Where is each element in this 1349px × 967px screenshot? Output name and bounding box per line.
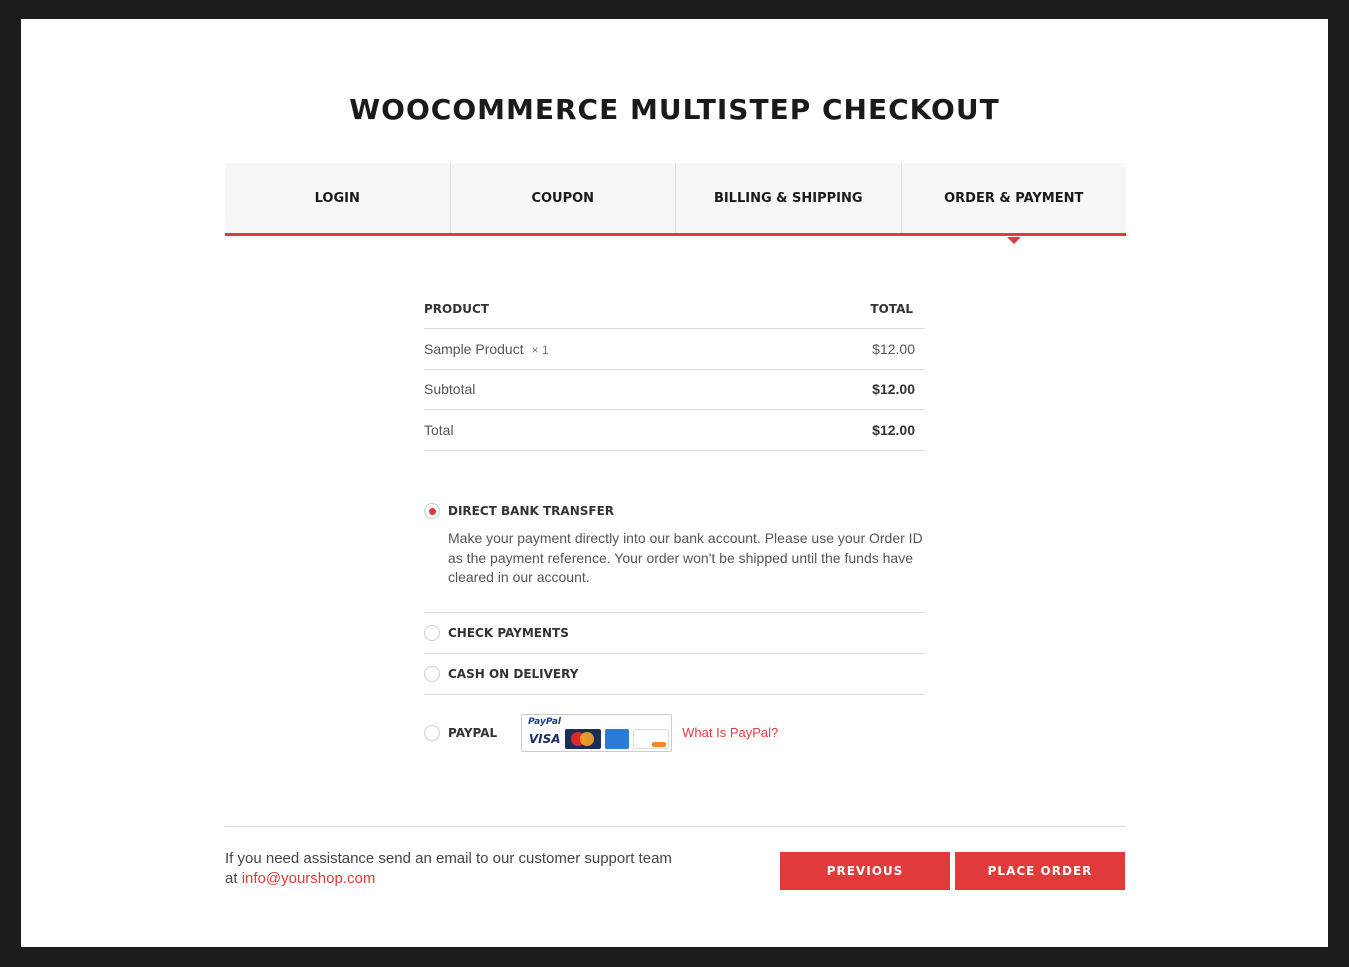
cash-on-delivery-label[interactable]: CASH ON DELIVERY	[448, 667, 578, 681]
amex-card-icon	[605, 728, 630, 749]
checkout-frame: WOOCOMMERCE MULTISTEP CHECKOUT LOGIN COU…	[21, 19, 1328, 947]
what-is-paypal-link[interactable]: What Is PayPal?	[682, 725, 778, 740]
step-login[interactable]: LOGIN	[225, 163, 450, 233]
product-total: $12.00	[872, 340, 915, 357]
product-quantity: × 1	[531, 342, 549, 357]
product-column-header: PRODUCT	[424, 301, 489, 316]
cash-on-delivery-option[interactable]: CASH ON DELIVERY	[424, 654, 925, 694]
payment-method-cod: CASH ON DELIVERY	[424, 654, 925, 695]
check-payments-label[interactable]: CHECK PAYMENTS	[448, 626, 569, 640]
checkout-steps: LOGIN COUPON BILLING & SHIPPING ORDER & …	[225, 163, 1127, 244]
previous-button[interactable]: PREVIOUS	[780, 852, 950, 890]
subtotal-row: Subtotal $12.00	[424, 370, 925, 410]
discover-card-icon	[633, 728, 670, 749]
total-column-header: TOTAL	[870, 301, 913, 316]
paypal-label[interactable]: PAYPAL	[448, 726, 497, 740]
place-order-button[interactable]: PLACE ORDER	[955, 852, 1125, 890]
paypal-logo: PayPal	[528, 716, 562, 727]
payment-methods: DIRECT BANK TRANSFER Make your payment d…	[424, 491, 925, 771]
total-value: $12.00	[872, 421, 915, 438]
check-payments-option[interactable]: CHECK PAYMENTS	[424, 613, 925, 653]
product-cell: Sample Product × 1	[424, 341, 549, 357]
payment-method-paypal: PAYPAL PayPal VISA What Is PayPal?	[424, 695, 925, 771]
total-row: Total $12.00	[424, 410, 925, 451]
footer-divider	[225, 826, 1126, 827]
total-label: Total	[424, 421, 454, 438]
order-header-row: PRODUCT TOTAL	[424, 289, 925, 329]
subtotal-value: $12.00	[872, 381, 915, 398]
bank-transfer-description: Make your payment directly into our bank…	[448, 530, 923, 585]
mastercard-icon	[565, 728, 602, 749]
payment-method-check: CHECK PAYMENTS	[424, 613, 925, 654]
step-coupon[interactable]: COUPON	[449, 163, 676, 233]
bank-transfer-radio[interactable]	[424, 503, 440, 519]
table-row: Sample Product × 1 $12.00	[424, 329, 925, 370]
support-message: If you need assistance send an email to …	[225, 849, 685, 888]
check-payments-radio[interactable]	[424, 624, 440, 641]
product-name: Sample Product	[424, 340, 524, 357]
page-title: WOOCOMMERCE MULTISTEP CHECKOUT	[349, 93, 1000, 126]
payment-method-bank-transfer: DIRECT BANK TRANSFER Make your payment d…	[424, 491, 925, 613]
bank-transfer-option[interactable]: DIRECT BANK TRANSFER	[424, 491, 925, 531]
subtotal-label: Subtotal	[424, 381, 476, 398]
step-order-payment[interactable]: ORDER & PAYMENT	[900, 163, 1127, 244]
cash-on-delivery-radio[interactable]	[424, 665, 440, 682]
paypal-option[interactable]: PAYPAL PayPal VISA What Is PayPal?	[424, 695, 925, 771]
bank-transfer-label[interactable]: DIRECT BANK TRANSFER	[448, 504, 614, 518]
visa-card-icon: VISA	[528, 728, 562, 749]
support-email-link[interactable]: info@yourshop.com	[242, 870, 376, 887]
paypal-accepted-cards-image: PayPal VISA	[521, 713, 673, 752]
step-billing-shipping[interactable]: BILLING & SHIPPING	[675, 163, 901, 233]
paypal-radio[interactable]	[424, 724, 440, 741]
order-review-table: PRODUCT TOTAL Sample Product × 1 $12.00 S…	[424, 289, 925, 451]
